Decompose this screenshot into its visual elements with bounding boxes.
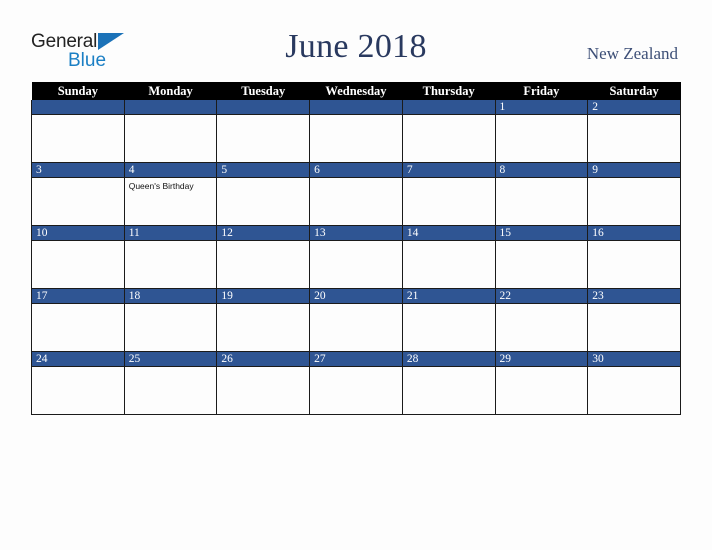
day-number: 27 xyxy=(310,352,402,367)
day-number: 19 xyxy=(217,289,310,304)
day-number: 16 xyxy=(588,226,680,241)
day-number: 18 xyxy=(124,289,217,304)
calendar-day-cell[interactable]: 27 xyxy=(309,351,403,415)
calendar-empty-cell xyxy=(31,100,125,163)
day-number xyxy=(217,100,310,115)
weekday-header-tuesday: Tuesday xyxy=(216,82,310,100)
day-number: 10 xyxy=(32,226,124,241)
calendar-day-cell[interactable]: 18 xyxy=(123,288,218,352)
calendar-day-cell[interactable]: 16 xyxy=(587,225,681,289)
calendar-day-cell[interactable]: 22 xyxy=(494,288,589,352)
calendar-day-cell[interactable]: 12 xyxy=(216,225,311,289)
day-number: 17 xyxy=(32,289,124,304)
calendar-day-cell[interactable]: 10 xyxy=(31,225,125,289)
day-number: 11 xyxy=(124,226,217,241)
calendar-day-cell[interactable]: 20 xyxy=(309,288,403,352)
day-number: 13 xyxy=(310,226,402,241)
calendar-grid: Sunday Monday Tuesday Wednesday Thursday… xyxy=(31,82,681,415)
calendar-day-cell[interactable]: 30 xyxy=(587,351,681,415)
day-number: 24 xyxy=(32,352,124,367)
weekday-header-wednesday: Wednesday xyxy=(309,82,403,100)
page-header: General Blue June 2018 New Zealand xyxy=(0,0,712,82)
calendar-day-cell[interactable]: 29 xyxy=(494,351,589,415)
day-number: 30 xyxy=(588,352,680,367)
day-number: 14 xyxy=(402,226,495,241)
calendar-week-row: 12 xyxy=(31,100,681,163)
weekday-header-thursday: Thursday xyxy=(402,82,496,100)
day-number: 9 xyxy=(588,163,680,178)
calendar-day-cell[interactable]: 8 xyxy=(494,162,589,226)
calendar-day-cell[interactable]: 11 xyxy=(123,225,218,289)
calendar-day-cell[interactable]: 17 xyxy=(31,288,125,352)
day-number: 15 xyxy=(495,226,588,241)
day-number xyxy=(32,100,124,115)
day-number: 8 xyxy=(495,163,588,178)
calendar-day-cell[interactable]: 7 xyxy=(401,162,496,226)
calendar-empty-cell xyxy=(309,100,403,163)
day-number: 29 xyxy=(495,352,588,367)
day-number: 7 xyxy=(402,163,495,178)
calendar-empty-cell xyxy=(401,100,496,163)
day-number: 12 xyxy=(217,226,310,241)
day-number: 20 xyxy=(310,289,402,304)
day-number: 1 xyxy=(495,100,588,115)
calendar-week-row: 10 11 12 13 14 15 16 xyxy=(31,225,681,289)
calendar-day-cell[interactable]: 28 xyxy=(401,351,496,415)
day-number xyxy=(310,100,402,115)
weekday-header-monday: Monday xyxy=(124,82,217,100)
calendar-day-cell[interactable]: 4 Queen's Birthday xyxy=(123,162,218,226)
calendar-day-cell[interactable]: 15 xyxy=(494,225,589,289)
calendar-day-cell[interactable]: 3 xyxy=(31,162,125,226)
calendar-day-cell[interactable]: 5 xyxy=(216,162,311,226)
day-number: 22 xyxy=(495,289,588,304)
day-number: 28 xyxy=(402,352,495,367)
calendar-day-cell[interactable]: 2 xyxy=(587,100,681,163)
day-number: 25 xyxy=(124,352,217,367)
calendar-week-row: 24 25 26 27 28 29 30 xyxy=(31,351,681,415)
country-label: New Zealand xyxy=(586,44,678,63)
day-number xyxy=(124,100,217,115)
calendar-day-cell[interactable]: 26 xyxy=(216,351,311,415)
day-number: 4 xyxy=(124,163,217,178)
calendar-day-cell[interactable]: 1 xyxy=(494,100,589,163)
calendar-day-cell[interactable]: 21 xyxy=(401,288,496,352)
calendar-day-cell[interactable]: 6 xyxy=(309,162,403,226)
calendar-day-cell[interactable]: 19 xyxy=(216,288,311,352)
calendar-day-cell[interactable]: 13 xyxy=(309,225,403,289)
weekday-header-sunday: Sunday xyxy=(31,82,125,100)
calendar-week-row: 3 4 Queen's Birthday 5 6 7 8 9 xyxy=(31,162,681,226)
day-number: 2 xyxy=(588,100,680,115)
calendar-empty-cell xyxy=(216,100,311,163)
day-number xyxy=(402,100,495,115)
calendar-day-cell[interactable]: 25 xyxy=(123,351,218,415)
calendar-week-row: 17 18 19 20 21 22 23 xyxy=(31,288,681,352)
weekday-header-friday: Friday xyxy=(495,82,588,100)
day-number: 23 xyxy=(588,289,680,304)
calendar-empty-cell xyxy=(123,100,218,163)
calendar-day-cell[interactable]: 24 xyxy=(31,351,125,415)
day-number: 26 xyxy=(217,352,310,367)
calendar-day-cell[interactable]: 23 xyxy=(587,288,681,352)
day-number: 3 xyxy=(32,163,124,178)
holiday-event-label: Queen's Birthday xyxy=(128,181,194,191)
day-number: 5 xyxy=(217,163,310,178)
weekday-header-saturday: Saturday xyxy=(587,82,681,100)
calendar-day-cell[interactable]: 9 xyxy=(587,162,681,226)
day-number: 21 xyxy=(402,289,495,304)
weekday-header-row: Sunday Monday Tuesday Wednesday Thursday… xyxy=(31,82,681,100)
day-number: 6 xyxy=(310,163,402,178)
calendar-day-cell[interactable]: 14 xyxy=(401,225,496,289)
